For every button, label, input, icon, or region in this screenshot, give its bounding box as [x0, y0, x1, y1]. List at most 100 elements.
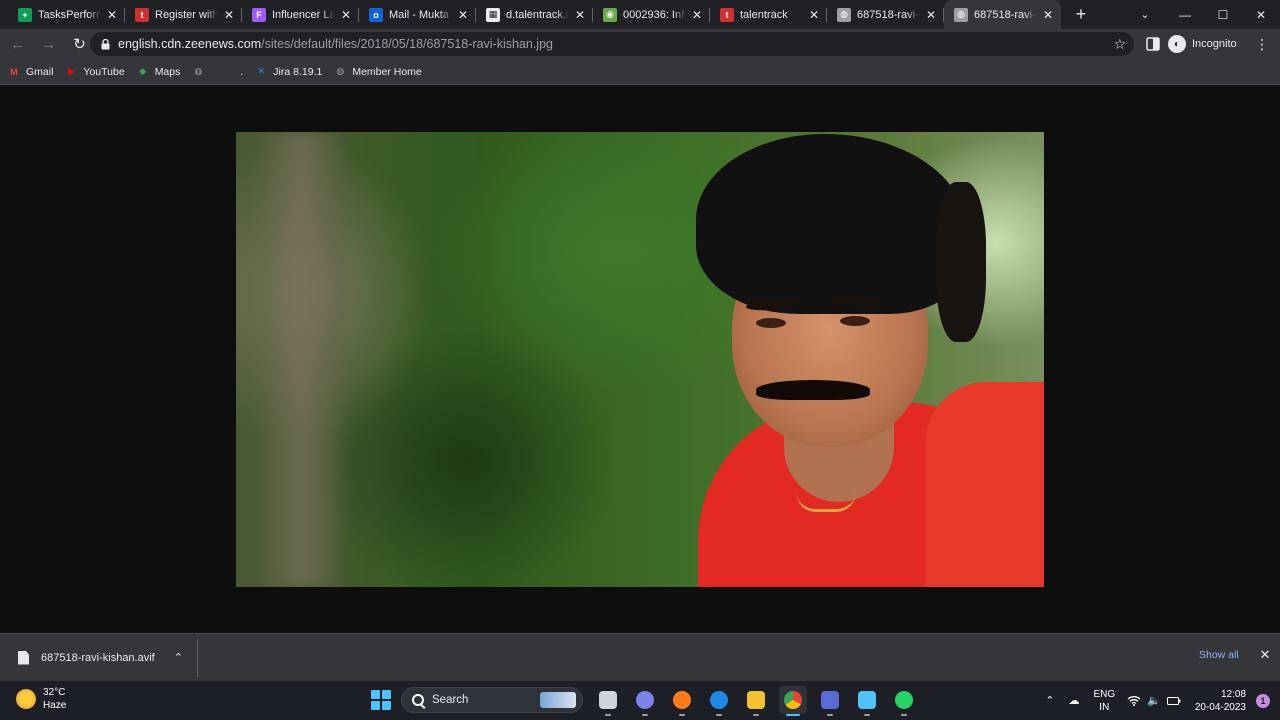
weather-widget[interactable]: 32°C Haze	[16, 686, 66, 712]
tab-favicon-icon: F	[252, 7, 266, 22]
bookmark-label: YouTube	[83, 65, 125, 78]
tab-favicon-icon: ▦	[486, 7, 500, 22]
gmail-icon: M	[10, 66, 18, 77]
search-highlight-icon	[540, 692, 576, 708]
close-window-button[interactable]: ✕	[1242, 0, 1280, 29]
chrome-menu-icon[interactable]: ⋮	[1254, 32, 1270, 56]
notepad-icon[interactable]	[853, 686, 881, 716]
tab-close-icon[interactable]: ✕	[456, 8, 470, 22]
chevron-up-icon[interactable]: ⌃	[1045, 694, 1054, 707]
browser-tab[interactable]: ◍ 687518-ravi-kishan.jpg ✕	[944, 0, 1061, 29]
search-icon	[412, 694, 424, 706]
url-path: /sites/default/files/2018/05/18/687518-r…	[261, 37, 553, 51]
maximize-button[interactable]: ☐	[1204, 0, 1242, 29]
tab-search-icon[interactable]: ⌄	[1130, 0, 1160, 29]
bookmark-item[interactable]: ▶ YouTube	[65, 65, 125, 78]
tab-favicon-icon: +	[18, 7, 32, 22]
lang-region: IN	[1099, 701, 1110, 713]
reload-button[interactable]: ↻	[66, 31, 93, 58]
task-view-icon[interactable]	[594, 686, 622, 716]
bookmark-item[interactable]: ◍	[192, 66, 210, 78]
close-download-shelf-icon[interactable]: ✕	[1258, 647, 1272, 663]
displayed-photo	[236, 132, 1044, 587]
browser-tab[interactable]: ▦ d.talentrack.in ✕	[476, 0, 593, 29]
side-panel-icon[interactable]	[1146, 37, 1160, 51]
bookmark-item[interactable]: M Gmail	[8, 66, 53, 78]
download-item[interactable]: 687518-ravi-kishan.avif ⌃	[0, 638, 198, 677]
bookmark-item[interactable]: ✕ Jira 8.19.1	[255, 65, 323, 78]
tab-close-icon[interactable]: ✕	[924, 8, 938, 22]
chrome-icon[interactable]	[778, 686, 807, 716]
bookmark-item[interactable]: .	[222, 66, 243, 78]
window-controls: — ☐ ✕	[1166, 0, 1280, 29]
windows-start-icon[interactable]	[371, 690, 391, 710]
tab-title: Register with Talentrack	[155, 8, 218, 21]
jira-icon: ✕	[257, 66, 266, 76]
tab-favicon-icon: ◉	[603, 7, 617, 22]
lock-icon[interactable]	[100, 38, 110, 50]
taskbar-pinned: Search	[368, 685, 922, 716]
incognito-icon: ◐	[1168, 35, 1186, 53]
tab-favicon-icon: o	[369, 7, 383, 22]
browser-tab[interactable]: ◉ 0002936: Influencer ✕	[593, 0, 710, 29]
whatsapp-icon[interactable]	[890, 686, 918, 716]
tab-title: 687518-ravi-kishan.jpg	[857, 8, 920, 21]
tab-close-icon[interactable]: ✕	[573, 8, 587, 22]
browser-toolbar: ← → ↻ english.cdn.zeenews.com/sites/defa…	[0, 29, 1280, 59]
tab-favicon-icon: t	[720, 7, 734, 22]
url-text[interactable]: english.cdn.zeenews.com/sites/default/fi…	[118, 37, 553, 51]
minimize-button[interactable]: —	[1166, 0, 1204, 29]
tab-close-icon[interactable]: ✕	[807, 8, 821, 22]
tab-close-icon[interactable]: ✕	[339, 8, 353, 22]
incognito-profile-button[interactable]: ◐ Incognito	[1168, 32, 1237, 56]
bookmark-item[interactable]: ◍ Member Home	[334, 66, 421, 78]
address-bar[interactable]: english.cdn.zeenews.com/sites/default/fi…	[90, 32, 1134, 56]
clock-time: 12:08	[1220, 688, 1246, 700]
lang-code: ENG	[1093, 688, 1116, 700]
wifi-icon[interactable]	[1127, 695, 1141, 706]
onedrive-cloud-icon[interactable]: ☁	[1068, 694, 1079, 707]
battery-icon[interactable]	[1166, 696, 1181, 706]
tab-close-icon[interactable]: ✕	[1041, 8, 1055, 22]
tab-title: TasksPerformance	[38, 8, 101, 21]
weather-temp: 32°C	[43, 687, 66, 698]
taskbar-search-box[interactable]: Search	[401, 687, 583, 713]
new-tab-button[interactable]: +	[1067, 0, 1095, 29]
browser-tab[interactable]: + TasksPerformance ✕	[8, 0, 125, 29]
forward-button[interactable]: →	[35, 31, 62, 58]
maps-icon: ◆	[139, 66, 147, 76]
bookmark-item[interactable]: ◆ Maps	[137, 65, 181, 78]
haze-sun-icon	[16, 689, 36, 709]
bookmark-label: .	[240, 65, 244, 78]
app-pill-icon[interactable]	[816, 686, 844, 716]
tab-close-icon[interactable]: ✕	[105, 8, 119, 22]
language-indicator[interactable]: ENG IN	[1093, 688, 1115, 714]
dot-bookmark	[222, 66, 234, 78]
back-button[interactable]: ←	[4, 31, 31, 58]
tab-title: Influencer Landing	[272, 8, 335, 21]
browser-tab[interactable]: t talentrack ✕	[710, 0, 827, 29]
tab-title: 687518-ravi-kishan.jpg	[974, 8, 1037, 21]
tab-title: talentrack	[740, 8, 788, 21]
volume-icon[interactable]: 🔈	[1147, 694, 1161, 707]
notification-badge[interactable]: 1	[1256, 693, 1270, 708]
clock[interactable]: 12:08 20-04-2023	[1195, 688, 1246, 714]
browser-tab[interactable]: F Influencer Landing ✕	[242, 0, 359, 29]
tab-title: d.talentrack.in	[506, 8, 569, 21]
tab-close-icon[interactable]: ✕	[222, 8, 236, 22]
app-orange-icon[interactable]	[668, 686, 696, 716]
file-explorer-icon[interactable]	[742, 686, 770, 716]
bookmark-label: Gmail	[26, 65, 54, 78]
browser-tab[interactable]: ◍ 687518-ravi-kishan.jpg ✕	[827, 0, 944, 29]
teams-chat-icon[interactable]	[631, 686, 659, 716]
browser-tab[interactable]: o Mail - Mukta Desai ✕	[359, 0, 476, 29]
app-blue-w-icon[interactable]	[705, 686, 733, 716]
chevron-up-icon[interactable]: ⌃	[174, 651, 183, 664]
show-all-downloads-link[interactable]: Show all	[1199, 649, 1239, 661]
browser-tab[interactable]: t Register with Talentrack ✕	[125, 0, 242, 29]
globe-icon: ◍	[194, 66, 203, 76]
bookmark-label: Maps	[154, 65, 181, 78]
tab-close-icon[interactable]: ✕	[690, 8, 704, 22]
bookmark-label: Jira 8.19.1	[273, 65, 323, 78]
bookmark-star-icon[interactable]: ☆	[1113, 36, 1126, 53]
